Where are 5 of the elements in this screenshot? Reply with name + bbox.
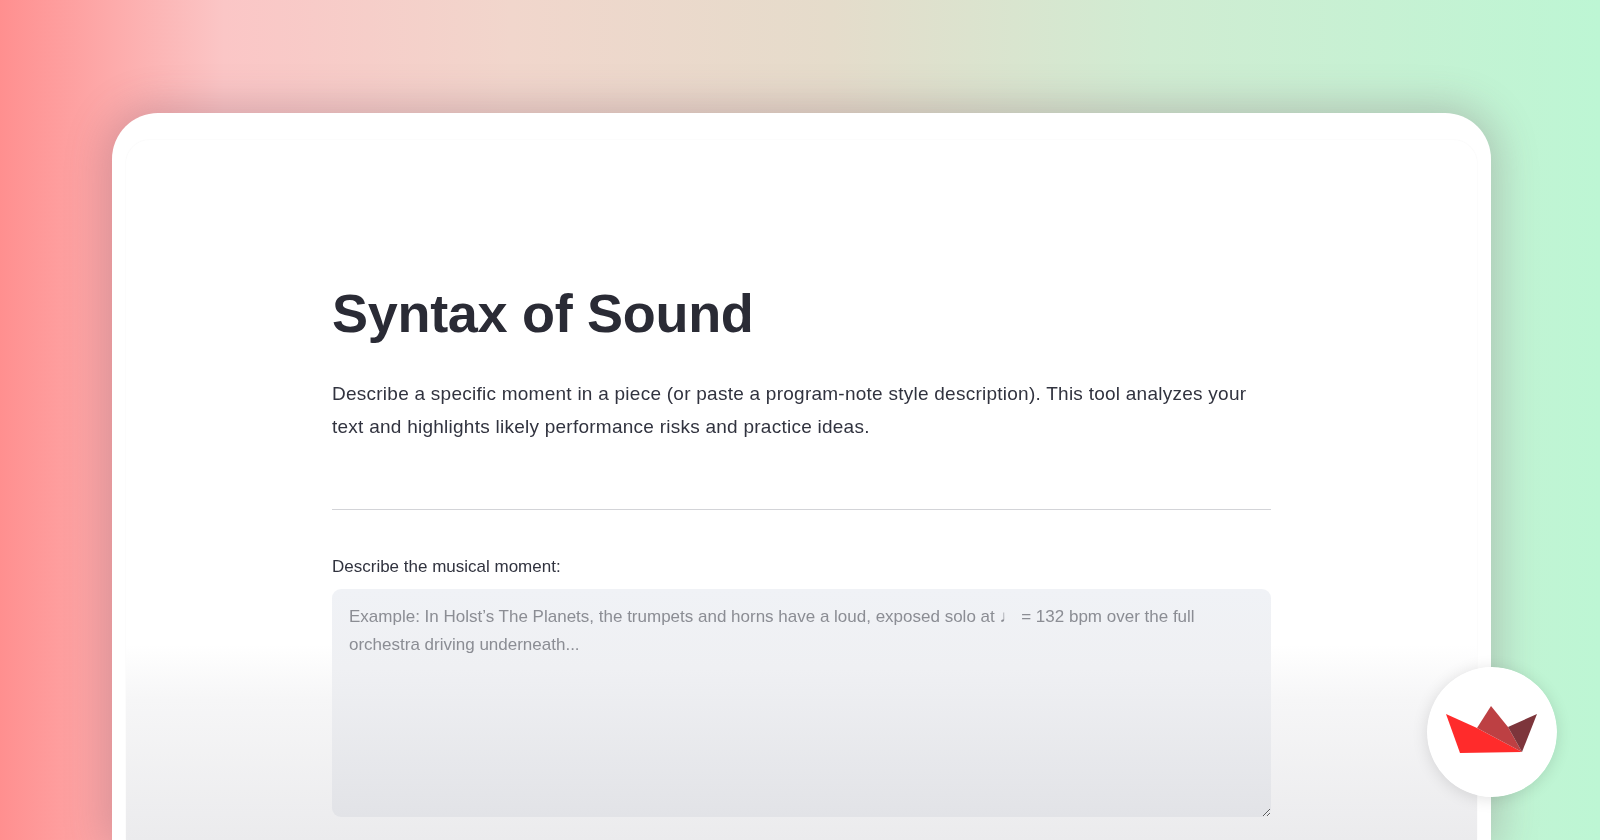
field-label: Describe the musical moment: — [332, 556, 561, 578]
text-area-field[interactable]: Example: In Holst’s The Planets, the trumpets and horns have a loud, exposed solo at ♩ = 132 bpm over the full orchestra driving underneath... — [332, 589, 1271, 817]
page-title: Syntax of Sound — [332, 282, 755, 345]
description-text: Describe a specific moment in a piece (or paste a program-note style description). This tool analyzes your text and highlights likely performance risks and practice ideas. — [332, 382, 1248, 439]
crown-logo-icon[interactable] — [1427, 667, 1557, 797]
